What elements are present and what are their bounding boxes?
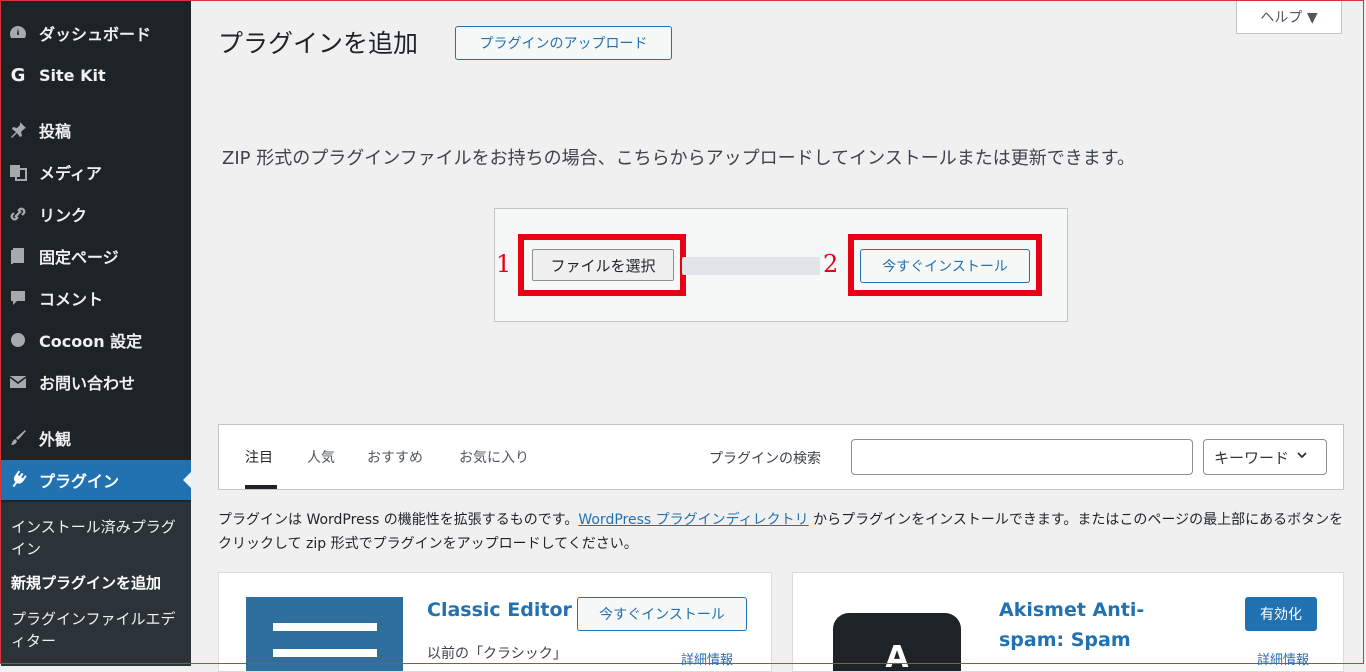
- sidebar-item-label: お問い合わせ: [39, 374, 136, 393]
- callout-number-2: 2: [823, 250, 839, 278]
- search-label: プラグインの検索: [709, 451, 821, 467]
- sidebar-item-label: Site Kit: [39, 65, 106, 85]
- sidebar-item-dashboard[interactable]: ダッシュボード: [1, 13, 191, 53]
- help-tab-button[interactable]: ヘルプ ▼: [1236, 0, 1342, 34]
- plugin-directory-link[interactable]: WordPress プラグインディレクトリ: [578, 512, 808, 528]
- sidebar-item-pages[interactable]: 固定ページ: [1, 236, 191, 276]
- plugin-filter-bar: 注目 人気 おすすめ お気に入り プラグインの検索 キーワード: [218, 424, 1344, 490]
- no-file-selected-text-blurred: [682, 257, 820, 275]
- plugins-intro-text: プラグインは WordPress の機能性を拡張するものです。WordPress…: [218, 508, 1344, 556]
- sidebar-item-label: リンク: [39, 206, 88, 225]
- page-icon: [7, 245, 29, 267]
- circle-icon: [7, 329, 29, 351]
- plugin-description: 以前の「クラシック」: [427, 646, 567, 662]
- sitekit-g-icon: G: [10, 64, 26, 86]
- search-plugins-input[interactable]: [851, 439, 1193, 475]
- sidebar-item-label: Cocoon 設定: [39, 332, 143, 351]
- plugin-card-classic-editor: Classic Editor 今すぐインストール 以前の「クラシック」 詳細情報: [218, 572, 772, 672]
- sidebar-item-label: プラグイン: [39, 472, 120, 491]
- sidebar-item-label: ダッシュボード: [39, 25, 152, 44]
- upload-plugin-button[interactable]: プラグインのアップロード: [455, 26, 672, 60]
- link-icon: [7, 203, 29, 225]
- submenu-item-editor[interactable]: プラグインファイルエディター: [11, 608, 181, 652]
- sidebar-item-cocoon[interactable]: Cocoon 設定: [1, 320, 191, 360]
- akismet-logo-icon[interactable]: A: [833, 613, 961, 671]
- more-details-link[interactable]: 詳細情報: [681, 649, 733, 668]
- sidebar-item-links[interactable]: リンク: [1, 194, 191, 234]
- sidebar-item-plugins[interactable]: プラグイン: [1, 460, 191, 500]
- chevron-down-icon: [1295, 448, 1309, 466]
- more-details-link[interactable]: 詳細情報: [1257, 649, 1309, 668]
- sidebar-item-site-kit[interactable]: G Site Kit: [1, 55, 191, 95]
- brush-icon: [7, 427, 29, 449]
- sidebar-item-label: 外観: [39, 430, 72, 449]
- sidebar-item-label: メディア: [39, 164, 102, 183]
- plugin-name-link[interactable]: Classic Editor: [427, 595, 572, 625]
- mail-icon: [7, 371, 29, 393]
- sidebar-item-posts[interactable]: 投稿: [1, 110, 191, 150]
- sidebar-item-contact[interactable]: お問い合わせ: [1, 362, 191, 402]
- admin-sidebar: ダッシュボード G Site Kit 投稿 メディア リンク 固定ページ コメン…: [1, 0, 191, 666]
- sidebar-item-comments[interactable]: コメント: [1, 278, 191, 318]
- sidebar-item-appearance[interactable]: 外観: [1, 418, 191, 458]
- sidebar-item-label: 固定ページ: [39, 248, 119, 267]
- active-indicator-arrow: [183, 472, 191, 488]
- sidebar-item-label: 投稿: [39, 122, 72, 141]
- plugin-card-akismet: A Akismet Anti- spam: Spam 有効化 詳細情報: [792, 572, 1344, 672]
- active-tab-underline: [245, 485, 277, 489]
- search-type-select[interactable]: キーワード: [1203, 439, 1327, 475]
- upload-description: ZIP 形式のプラグインファイルをお持ちの場合、こちらからアップロードしてインス…: [222, 148, 1135, 169]
- media-icon: [7, 161, 29, 183]
- plugins-submenu: インストール済みプラグイン 新規プラグインを追加 プラグインファイルエディター: [1, 502, 191, 666]
- submenu-item-installed[interactable]: インストール済みプラグイン: [11, 516, 181, 560]
- submenu-item-add-new[interactable]: 新規プラグインを追加: [11, 572, 181, 594]
- activate-button[interactable]: 有効化: [1245, 597, 1317, 631]
- plugin-icon: [7, 469, 29, 491]
- tab-favorites[interactable]: お気に入り: [459, 447, 529, 467]
- pin-icon: [7, 119, 29, 141]
- tab-popular[interactable]: 人気: [307, 447, 335, 467]
- screenshot-frame: [0, 0, 1364, 664]
- callout-number-1: 1: [496, 250, 512, 278]
- classic-editor-thumbnail-icon[interactable]: [246, 597, 403, 671]
- sidebar-item-label: コメント: [39, 290, 104, 309]
- install-now-button[interactable]: 今すぐインストール: [860, 249, 1030, 283]
- plugin-name-line2[interactable]: spam: Spam: [999, 625, 1131, 655]
- sidebar-item-media[interactable]: メディア: [1, 152, 191, 192]
- plugin-name-line1[interactable]: Akismet Anti-: [999, 595, 1144, 625]
- choose-file-button[interactable]: ファイルを選択: [532, 249, 674, 281]
- search-type-value: キーワード: [1214, 448, 1290, 467]
- tab-featured[interactable]: 注目: [245, 447, 273, 467]
- install-now-button[interactable]: 今すぐインストール: [577, 597, 747, 631]
- comment-icon: [7, 287, 29, 309]
- dashboard-icon: [7, 22, 29, 44]
- intro-text-before: プラグインは WordPress の機能性を拡張するものです。: [218, 512, 579, 528]
- tab-recommended[interactable]: おすすめ: [367, 447, 423, 467]
- page-title: プラグインを追加: [218, 29, 419, 58]
